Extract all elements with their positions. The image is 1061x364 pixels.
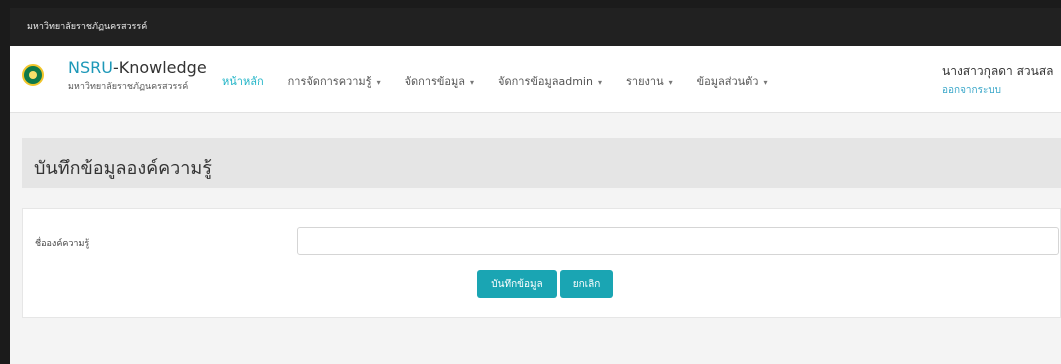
university-name: มหาวิทยาลัยราชภัฏนครสวรรค์ xyxy=(27,22,148,32)
caret-down-icon: ▾ xyxy=(597,78,602,87)
brand-title-rest: -Knowledge xyxy=(112,58,207,77)
brand-title[interactable]: NSRU-Knowledge xyxy=(68,58,207,77)
top-bar: มหาวิทยาลัยราชภัฏนครสวรรค์ xyxy=(10,8,1061,46)
menu-item-label: จัดการข้อมูลadmin xyxy=(498,75,593,88)
menu-item-label: จัดการข้อมูล xyxy=(404,75,466,88)
menu-item-knowledge-management[interactable]: การจัดการความรู้ ▾ xyxy=(288,72,381,90)
knowledge-name-input[interactable] xyxy=(297,227,1059,255)
menu-item-reports[interactable]: รายงาน ▾ xyxy=(626,72,673,90)
save-button[interactable]: บันทึกข้อมูล xyxy=(477,270,557,298)
brand[interactable]: NSRU-Knowledge มหาวิทยาลัยราชภัฏนครสวรรค… xyxy=(68,58,207,93)
menu-item-label: การจัดการความรู้ xyxy=(287,75,372,88)
brand-subtitle: มหาวิทยาลัยราชภัฏนครสวรรค์ xyxy=(68,82,189,92)
main-menu: หน้าหลัก การจัดการความรู้ ▾ จัดการข้อมูล ▾… xyxy=(222,72,791,90)
caret-down-icon: ▾ xyxy=(376,78,381,87)
page-title: บันทึกข้อมูลองค์ความรู้ xyxy=(34,158,212,179)
menu-item-data-management[interactable]: จัดการข้อมูล ▾ xyxy=(405,72,474,90)
university-logo-icon[interactable] xyxy=(22,64,44,86)
menu-item-label: ข้อมูลส่วนตัว xyxy=(696,75,759,88)
page-header: บันทึกข้อมูลองค์ความรู้ xyxy=(22,138,1061,188)
menu-item-label: หน้าหลัก xyxy=(222,75,264,88)
menu-item-admin-data[interactable]: จัดการข้อมูลadmin ▾ xyxy=(498,72,602,90)
user-name: นางสาวกุลดา สวนสล xyxy=(942,64,1054,78)
browser-viewport: มหาวิทยาลัยราชภัฏนครสวรรค์ NSRU-Knowledg… xyxy=(10,8,1061,364)
menu-item-home[interactable]: หน้าหลัก xyxy=(222,72,264,90)
brand-title-accent: NSRU xyxy=(68,58,113,77)
user-panel: นางสาวกุลดา สวนสล ออกจากระบบ xyxy=(942,62,1054,98)
caret-down-icon: ▾ xyxy=(470,78,475,87)
logout-link[interactable]: ออกจากระบบ xyxy=(942,83,1054,98)
cancel-button[interactable]: ยกเลิก xyxy=(560,270,613,298)
caret-down-icon: ▾ xyxy=(763,78,768,87)
menu-item-profile[interactable]: ข้อมูลส่วนตัว ▾ xyxy=(697,72,768,90)
caret-down-icon: ▾ xyxy=(668,78,673,87)
main-navbar: NSRU-Knowledge มหาวิทยาลัยราชภัฏนครสวรรค… xyxy=(10,46,1061,113)
knowledge-name-label: ชื่อองค์ความรู้ xyxy=(35,239,90,249)
knowledge-form: ชื่อองค์ความรู้ บันทึกข้อมูล ยกเลิก xyxy=(22,208,1061,318)
menu-item-label: รายงาน xyxy=(625,75,664,88)
